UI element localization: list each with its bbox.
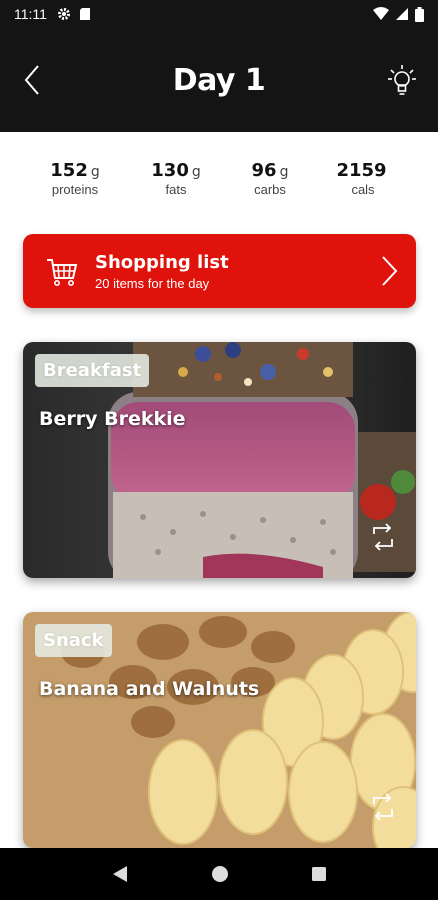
battery-icon bbox=[415, 6, 424, 22]
macro-proteins: 152 g proteins bbox=[30, 160, 120, 197]
macro-value: 96 bbox=[251, 160, 277, 181]
nav-back-icon[interactable] bbox=[111, 865, 129, 883]
shopping-list-subtitle: 20 items for the day bbox=[95, 275, 210, 291]
signal-icon bbox=[396, 8, 408, 20]
tip-button[interactable] bbox=[386, 60, 418, 100]
nav-recents-icon[interactable] bbox=[311, 866, 327, 882]
back-button[interactable] bbox=[16, 60, 48, 100]
system-nav-bar bbox=[0, 848, 438, 900]
macro-label: cals bbox=[351, 182, 375, 197]
wifi-icon bbox=[373, 7, 389, 20]
macro-carbs: 96 g carbs bbox=[225, 160, 315, 197]
chevron-left-icon bbox=[24, 65, 39, 95]
macros-summary: 152 g proteins 130 g fats 96 g carbs 2159 c… bbox=[0, 160, 438, 210]
swap-icon[interactable] bbox=[370, 792, 396, 822]
shopping-list-title: Shopping list bbox=[95, 251, 229, 273]
macro-fats: 130 g fats bbox=[131, 160, 221, 197]
macro-cals: 2159 cals bbox=[318, 160, 408, 197]
settings-gear-icon bbox=[57, 8, 70, 20]
macro-label: proteins bbox=[51, 182, 99, 197]
macro-unit: g bbox=[279, 164, 289, 180]
swap-icon[interactable] bbox=[370, 522, 396, 552]
meal-card-snack[interactable]: Snack Banana and Walnuts bbox=[23, 612, 416, 848]
nav-home-icon[interactable] bbox=[211, 865, 229, 883]
meal-type-badge: Snack bbox=[35, 624, 112, 657]
macro-unit: g bbox=[90, 164, 100, 180]
meal-type-badge: Breakfast bbox=[35, 354, 150, 387]
macro-label: fats bbox=[165, 182, 187, 197]
sd-card-icon bbox=[79, 8, 90, 20]
shopping-list-button[interactable]: Shopping list 20 items for the day bbox=[23, 234, 416, 308]
chevron-right-icon bbox=[382, 256, 398, 286]
status-time: 11:11 bbox=[14, 6, 47, 22]
shopping-cart-icon bbox=[47, 259, 78, 286]
macro-value: 152 bbox=[50, 160, 88, 181]
macro-unit: g bbox=[191, 164, 201, 180]
macro-value: 2159 bbox=[336, 160, 387, 181]
page-title: Day 1 bbox=[172, 62, 266, 98]
meal-name: Banana and Walnuts bbox=[39, 678, 260, 700]
meal-card-breakfast[interactable]: Breakfast Berry Brekkie bbox=[23, 342, 416, 578]
meal-name: Berry Brekkie bbox=[39, 408, 186, 430]
macro-value: 130 bbox=[151, 160, 189, 181]
macro-label: carbs bbox=[254, 182, 286, 197]
app-bar: Day 1 bbox=[0, 28, 438, 132]
lightbulb-icon bbox=[388, 65, 416, 95]
status-bar: 11:11 bbox=[0, 0, 438, 28]
